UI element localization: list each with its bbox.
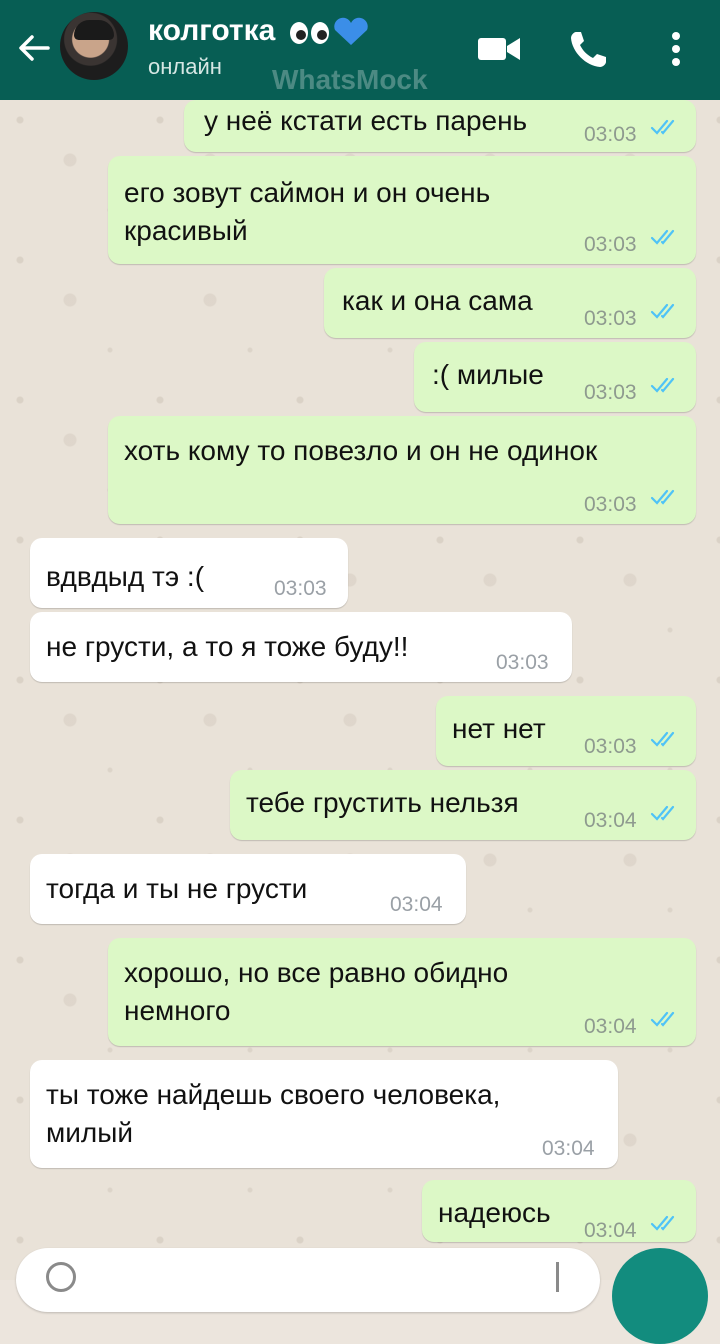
outgoing-message[interactable]: его зовут саймон и он очень красивый 03:03 (108, 156, 696, 264)
contact-status: онлайн (148, 54, 222, 79)
incoming-message[interactable]: не грусти, а то я тоже буду!! 03:03 (30, 612, 572, 682)
message-time: 03:03 (584, 123, 637, 146)
message-text: тебе грустить нельзя (246, 787, 519, 818)
message-text: надеюсь (438, 1197, 551, 1228)
incoming-message[interactable]: ты тоже найдешь своего человека, милый 03:… (30, 1060, 618, 1168)
double-check-icon (650, 377, 675, 393)
outgoing-message[interactable]: :( милые 03:03 (414, 342, 696, 412)
message-text: немного (124, 995, 231, 1026)
message-text: хорошо, но все равно обидно (124, 957, 509, 988)
message-text: его зовут саймон и он очень (124, 177, 491, 208)
message-time: 03:03 (584, 381, 637, 404)
outgoing-message[interactable]: нет нет 03:03 (436, 696, 696, 766)
message-text: тогда и ты не грусти (46, 873, 308, 904)
message-time: 03:03 (496, 651, 549, 674)
message-text: :( милые (432, 359, 544, 390)
outgoing-message[interactable]: тебе грустить нельзя 03:04 (230, 770, 696, 840)
double-check-icon (650, 1215, 675, 1231)
message-text: ты тоже найдешь своего человека, (46, 1079, 501, 1110)
double-check-icon (650, 229, 675, 245)
message-time: 03:04 (584, 809, 637, 832)
double-check-icon (650, 1011, 675, 1027)
message-text: у неё кстати есть парень (204, 105, 528, 136)
message-time: 03:04 (542, 1137, 595, 1160)
message-input-bar[interactable] (16, 1248, 600, 1312)
message-text: красивый (124, 215, 248, 246)
outgoing-message[interactable]: хорошо, но все равно обидно немного 03:04 (108, 938, 696, 1046)
phone-icon[interactable] (566, 26, 612, 72)
outgoing-message[interactable]: надеюсь 03:04 (422, 1180, 696, 1242)
outgoing-message[interactable]: у неё кстати есть парень 03:03 (184, 100, 696, 152)
message-text: нет нет (452, 713, 546, 744)
double-check-icon (650, 489, 675, 505)
message-text: не грусти, а то я тоже буду!! (46, 631, 409, 662)
more-vert-icon[interactable] (656, 26, 696, 72)
contact-name-row[interactable]: колготка (148, 14, 374, 48)
double-check-icon (650, 805, 675, 821)
incoming-message[interactable]: тогда и ты не грусти 03:04 (30, 854, 466, 924)
outgoing-message[interactable]: хоть кому то повезло и он не одинок 03:03 (108, 416, 696, 524)
message-time: 03:03 (274, 577, 327, 600)
attach-icon[interactable] (556, 1262, 579, 1292)
chat-header: колготка онлайн WhatsMock (0, 0, 720, 100)
emoji-icon[interactable] (46, 1262, 76, 1292)
watermark: WhatsMock (272, 64, 428, 95)
back-arrow-icon[interactable] (14, 28, 54, 68)
message-text: милый (46, 1117, 133, 1148)
message-time: 03:03 (584, 307, 637, 330)
message-time: 03:03 (584, 233, 637, 256)
avatar[interactable] (60, 12, 128, 80)
message-text: вдвдыд тэ :( (46, 561, 205, 592)
message-text: хоть кому то повезло и он не одинок (124, 435, 598, 466)
message-text: как и она сама (342, 285, 533, 316)
message-time: 03:03 (584, 735, 637, 758)
double-check-icon (650, 119, 675, 135)
eyes-emoji-icon (289, 17, 368, 46)
mic-button[interactable] (612, 1248, 708, 1344)
video-call-icon[interactable] (476, 26, 522, 72)
contact-name: колготка (148, 14, 276, 47)
double-check-icon (650, 731, 675, 747)
message-time: 03:04 (584, 1219, 637, 1242)
message-time: 03:04 (390, 893, 443, 916)
incoming-message[interactable]: вдвдыд тэ :( 03:03 (30, 538, 348, 608)
double-check-icon (650, 303, 675, 319)
message-time: 03:03 (584, 493, 637, 516)
message-time: 03:04 (584, 1015, 637, 1038)
outgoing-message[interactable]: как и она сама 03:03 (324, 268, 696, 338)
